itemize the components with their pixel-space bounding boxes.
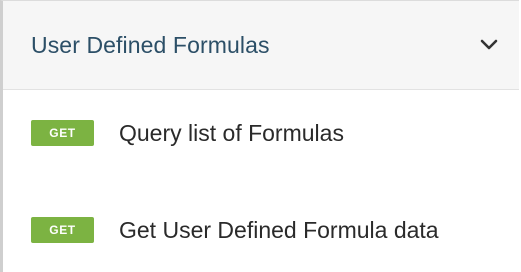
api-section-panel: User Defined Formulas GET Query list of … bbox=[0, 0, 519, 272]
section-title: User Defined Formulas bbox=[31, 31, 270, 58]
chevron-down-icon[interactable] bbox=[477, 33, 501, 57]
endpoint-item-get-user-defined-formula-data[interactable]: GET Get User Defined Formula data bbox=[31, 208, 439, 252]
get-method-badge: GET bbox=[31, 120, 94, 146]
endpoint-label: Get User Defined Formula data bbox=[119, 216, 439, 243]
endpoint-item-query-list-of-formulas[interactable]: GET Query list of Formulas bbox=[31, 111, 344, 155]
section-header[interactable]: User Defined Formulas bbox=[3, 1, 519, 90]
get-method-badge: GET bbox=[31, 217, 94, 243]
endpoint-label: Query list of Formulas bbox=[119, 119, 344, 146]
chevron-down-icon-svg bbox=[480, 39, 498, 50]
